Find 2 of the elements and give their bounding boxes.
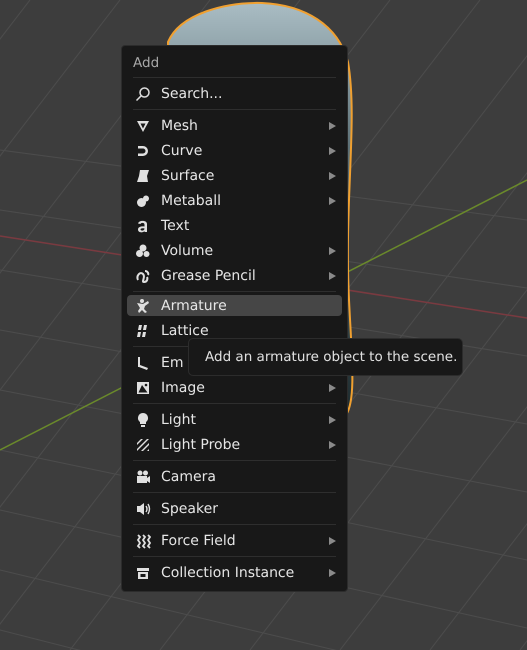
menu-title: Add <box>132 54 160 73</box>
tooltip: Add an armature object to the scene. <box>188 338 463 376</box>
